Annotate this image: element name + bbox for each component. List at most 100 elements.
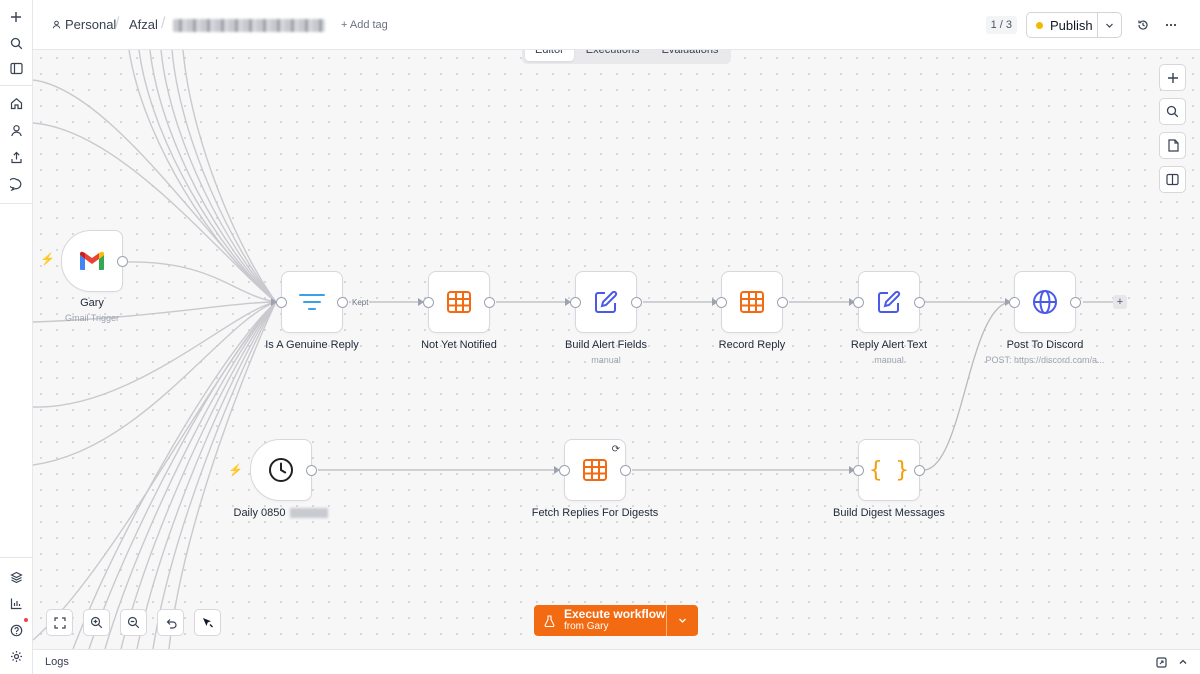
execute-title: Execute workflow bbox=[564, 607, 666, 621]
left-rail bbox=[0, 0, 33, 674]
input-handle[interactable] bbox=[716, 297, 727, 308]
panel-icon bbox=[1166, 173, 1179, 186]
node-label: Reply Alert Text bbox=[850, 339, 928, 351]
input-handle[interactable] bbox=[276, 297, 287, 308]
tab-executions[interactable]: Executions bbox=[576, 50, 650, 61]
more-options-icon[interactable] bbox=[1162, 16, 1180, 34]
input-handle[interactable] bbox=[559, 465, 570, 476]
redacted-text bbox=[290, 508, 329, 518]
execute-dropdown-button[interactable] bbox=[666, 605, 698, 636]
node-label: Build Digest Messages bbox=[833, 507, 945, 519]
node-label: Daily 0850 bbox=[233, 507, 286, 519]
output-handle[interactable] bbox=[117, 256, 128, 267]
history-icon[interactable] bbox=[1134, 16, 1152, 34]
edit-icon bbox=[878, 290, 901, 313]
table-icon bbox=[583, 459, 607, 481]
filter-icon bbox=[299, 294, 325, 310]
sidebar-toggle-icon[interactable] bbox=[6, 58, 26, 78]
output-handle[interactable] bbox=[631, 297, 642, 308]
insights-icon[interactable] bbox=[6, 593, 26, 613]
settings-gear-icon[interactable] bbox=[6, 646, 26, 666]
search-icon[interactable] bbox=[6, 33, 26, 53]
post-to-discord-node[interactable] bbox=[1009, 271, 1081, 333]
user-icon bbox=[52, 20, 61, 29]
chevron-up-icon[interactable] bbox=[1176, 655, 1190, 669]
canvas-zoom-toolbar bbox=[46, 609, 221, 636]
search-nodes-button[interactable] bbox=[1159, 98, 1186, 125]
top-bar: Personal / Afzal / + Add tag 1 / 3 Publi… bbox=[33, 0, 1200, 50]
publish-dropdown-button[interactable] bbox=[1097, 13, 1121, 37]
publish-button-group: Publish bbox=[1026, 12, 1122, 38]
tab-editor[interactable]: Editor bbox=[525, 50, 574, 61]
templates-icon[interactable] bbox=[6, 567, 26, 587]
record-reply-node[interactable] bbox=[716, 271, 788, 333]
share-icon[interactable] bbox=[6, 147, 26, 167]
output-handle[interactable] bbox=[914, 297, 925, 308]
schedule-trigger-node[interactable] bbox=[250, 439, 317, 501]
add-node-plus-button[interactable]: + bbox=[1113, 295, 1127, 309]
publish-button[interactable]: Publish bbox=[1027, 13, 1097, 37]
output-handle[interactable] bbox=[914, 465, 925, 476]
reply-alert-text-node[interactable] bbox=[853, 271, 925, 333]
workflow-name-redacted[interactable] bbox=[173, 19, 325, 32]
tidy-up-button[interactable] bbox=[194, 609, 221, 636]
table-icon bbox=[740, 291, 764, 313]
zoom-out-icon bbox=[127, 616, 140, 629]
logs-panel-bar[interactable]: Logs bbox=[33, 649, 1200, 674]
rail-divider bbox=[0, 557, 33, 558]
output-handle[interactable] bbox=[337, 297, 348, 308]
undo-button[interactable] bbox=[157, 609, 184, 636]
home-icon[interactable] bbox=[6, 93, 26, 113]
add-node-button[interactable] bbox=[1159, 64, 1186, 91]
not-yet-notified-node[interactable] bbox=[423, 271, 495, 333]
help-icon[interactable] bbox=[6, 618, 28, 640]
sticky-note-button[interactable] bbox=[1159, 132, 1186, 159]
input-handle[interactable] bbox=[570, 297, 581, 308]
breadcrumb-folder[interactable]: Afzal bbox=[129, 17, 158, 32]
input-handle[interactable] bbox=[853, 297, 864, 308]
tab-evaluations[interactable]: Evaluations bbox=[652, 50, 729, 61]
gmail-icon bbox=[80, 251, 104, 270]
flask-icon bbox=[544, 614, 555, 627]
output-handle[interactable] bbox=[1070, 297, 1081, 308]
rail-divider bbox=[0, 85, 33, 86]
chat-icon[interactable] bbox=[6, 174, 26, 194]
workflow-canvas[interactable]: Editor Executions Evaluations ⚡ Gary Gma… bbox=[33, 50, 1200, 649]
output-handle[interactable] bbox=[306, 465, 317, 476]
breadcrumb-project[interactable]: Personal bbox=[52, 17, 116, 32]
input-handle[interactable] bbox=[853, 465, 864, 476]
logs-label[interactable]: Logs bbox=[45, 656, 69, 668]
publish-status-dot bbox=[1036, 21, 1043, 29]
tidy-cursor-icon bbox=[203, 618, 213, 628]
version-pager[interactable]: 1 / 3 bbox=[985, 16, 1017, 34]
add-tag-button[interactable]: + Add tag bbox=[341, 19, 388, 31]
input-handle[interactable] bbox=[423, 297, 434, 308]
code-braces-icon: { } bbox=[869, 457, 909, 483]
edge-label-kept: Kept bbox=[351, 298, 370, 307]
breadcrumb-separator: / bbox=[161, 15, 166, 32]
fit-view-icon bbox=[53, 616, 66, 629]
fetch-replies-node[interactable]: ⟳ bbox=[559, 439, 631, 501]
search-icon bbox=[1166, 105, 1179, 118]
popout-icon[interactable] bbox=[1154, 655, 1168, 669]
output-handle[interactable] bbox=[620, 465, 631, 476]
sticky-note-icon bbox=[1167, 139, 1179, 152]
zoom-in-button[interactable] bbox=[83, 609, 110, 636]
output-handle[interactable] bbox=[777, 297, 788, 308]
fit-view-button[interactable] bbox=[46, 609, 73, 636]
build-alert-fields-node[interactable] bbox=[570, 271, 642, 333]
execute-workflow-button[interactable]: Execute workflow from Gary bbox=[534, 605, 666, 636]
filter-node[interactable] bbox=[276, 271, 348, 333]
breadcrumb-project-label: Personal bbox=[65, 17, 117, 32]
gmail-trigger-node[interactable] bbox=[61, 230, 128, 292]
input-handle[interactable] bbox=[1009, 297, 1020, 308]
build-digest-messages-node[interactable]: { } bbox=[853, 439, 925, 501]
node-label: Post To Discord bbox=[1006, 339, 1084, 351]
node-subtitle: manual bbox=[591, 355, 621, 365]
node-label: Fetch Replies For Digests bbox=[531, 507, 659, 519]
plus-icon[interactable] bbox=[6, 7, 26, 27]
zoom-out-button[interactable] bbox=[120, 609, 147, 636]
output-handle[interactable] bbox=[484, 297, 495, 308]
toggle-panel-button[interactable] bbox=[1159, 166, 1186, 193]
user-icon[interactable] bbox=[6, 120, 26, 140]
